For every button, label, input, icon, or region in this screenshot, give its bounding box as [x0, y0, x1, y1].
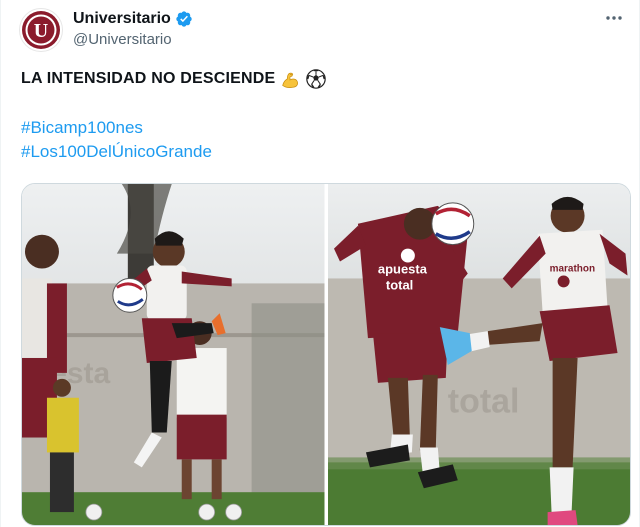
more-options-button[interactable]: [599, 6, 629, 30]
training-photo-1: uesta: [22, 184, 325, 525]
tweet-card[interactable]: U Universitario @Universitario LA INTENS…: [0, 0, 640, 527]
author-name-row[interactable]: Universitario: [73, 9, 193, 29]
svg-text:marathon: marathon: [549, 264, 594, 275]
hashtag-link-bicamp[interactable]: #Bicamp100nes: [21, 116, 621, 140]
ellipsis-icon: [606, 16, 622, 20]
author-handle[interactable]: @Universitario: [73, 31, 172, 49]
media-grid: uesta total apuesta total marathon: [21, 183, 631, 526]
svg-text:apuesta: apuesta: [377, 262, 427, 277]
hashtag-link-los100[interactable]: #Los100DelÚnicoGrande: [21, 140, 621, 164]
author-avatar[interactable]: U: [19, 8, 63, 52]
svg-text:total: total: [447, 383, 519, 421]
training-photo-2: total apuesta total marathon: [327, 184, 630, 525]
flexed-biceps-icon: [282, 72, 299, 88]
verified-badge-icon: [176, 11, 192, 27]
media-photo-2[interactable]: total apuesta total marathon: [327, 184, 630, 525]
tweet-body: LA INTENSIDAD NO DESCIENDE #Bicamp100nes…: [21, 66, 621, 164]
media-photo-1[interactable]: uesta: [22, 184, 325, 525]
svg-text:total: total: [385, 277, 412, 292]
tweet-headline: LA INTENSIDAD NO DESCIENDE: [21, 70, 276, 87]
tweet-headline-row: LA INTENSIDAD NO DESCIENDE: [21, 66, 621, 92]
hashtag-list: #Bicamp100nes #Los100DelÚnicoGrande: [21, 116, 621, 164]
soccer-ball-icon: [306, 69, 327, 89]
universitario-logo-icon: U: [22, 11, 60, 49]
svg-text:U: U: [34, 20, 48, 42]
author-display-name[interactable]: Universitario: [73, 9, 171, 29]
